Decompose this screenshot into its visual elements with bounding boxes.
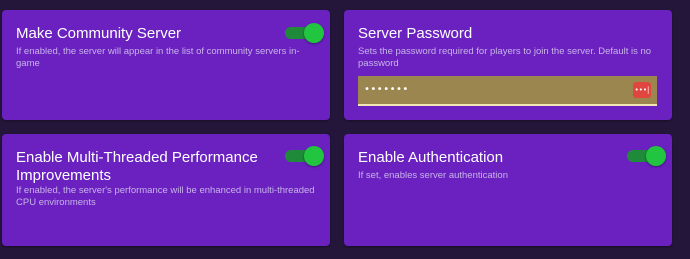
setting-card-server-password: Server Password Sets the password requir…	[344, 10, 672, 120]
setting-description: Sets the password required for players t…	[358, 46, 652, 69]
community-server-toggle[interactable]	[285, 23, 324, 43]
toggle-knob	[304, 146, 324, 166]
multithreaded-toggle[interactable]	[285, 146, 324, 166]
setting-title: Enable Multi-Threaded Performance Improv…	[16, 149, 258, 184]
setting-title: Make Community Server	[16, 25, 182, 42]
setting-card-authentication: Enable Authentication If set, enables se…	[344, 134, 672, 246]
toggle-knob	[646, 146, 666, 166]
toggle-knob	[304, 23, 324, 43]
setting-card-multithreaded: Enable Multi-Threaded Performance Improv…	[2, 134, 330, 246]
setting-description: If enabled, the server's performance wil…	[16, 185, 315, 208]
setting-title: Enable Authentication	[358, 149, 504, 166]
authentication-toggle[interactable]	[627, 146, 666, 166]
server-password-input[interactable]: ••••••• •••|	[358, 76, 657, 106]
password-manager-icon[interactable]: •••|	[633, 82, 651, 98]
setting-card-community-server: Make Community Server If enabled, the se…	[2, 10, 330, 120]
password-value: •••••••	[364, 84, 409, 95]
setting-description: If set, enables server authentication	[358, 170, 508, 181]
setting-title: Server Password	[358, 25, 473, 42]
setting-description: If enabled, the server will appear in th…	[16, 46, 300, 69]
